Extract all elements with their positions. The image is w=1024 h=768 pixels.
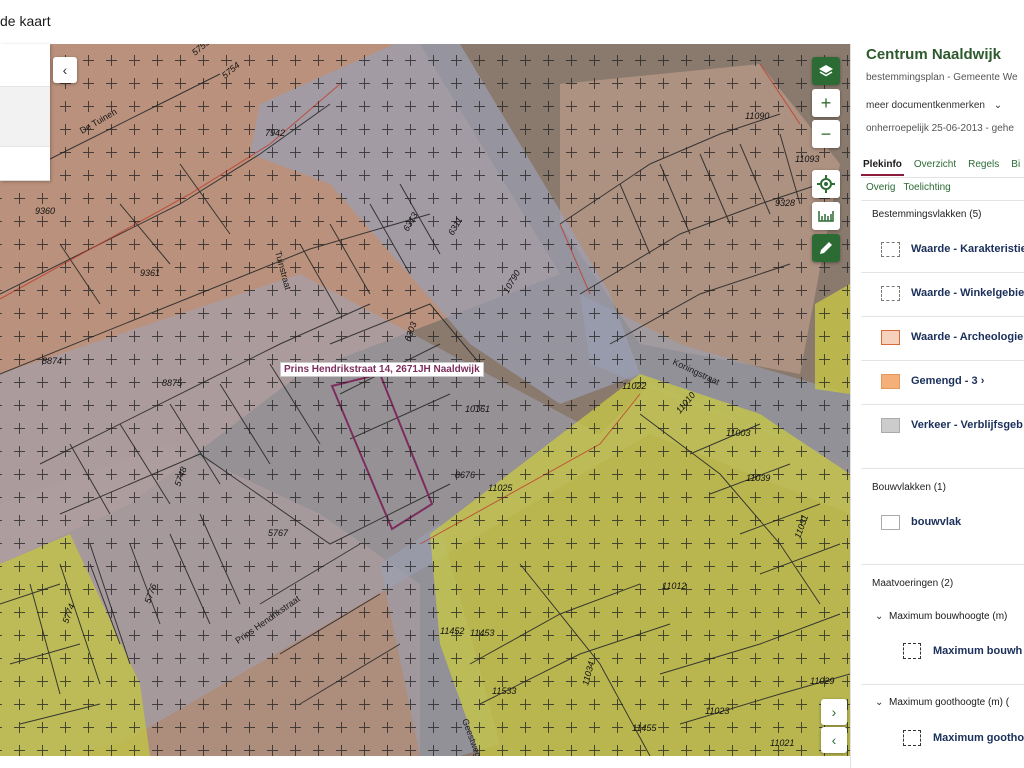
section-divider [861, 468, 1024, 469]
parcel-number: 7942 [265, 128, 285, 138]
legend-swatch [881, 286, 900, 301]
parcel-number: 8874 [42, 356, 62, 366]
tab-toelichting[interactable]: Toelichting [903, 182, 950, 193]
maatvoering-group-label: Maximum bouwhoogte (m) [889, 611, 1008, 622]
parcel-number: 11012 [662, 581, 686, 591]
parcel-number: 8875 [162, 378, 183, 388]
map-graphics: 5753575479429360936188748875101616313 631… [0, 44, 850, 756]
chevron-down-icon: ⌄ [875, 697, 884, 708]
parcel-number: 11455 [632, 723, 657, 733]
draw-button[interactable] [812, 234, 840, 262]
legend-swatch [881, 374, 900, 389]
maatvoering-item-label: Maximum gootho [933, 732, 1024, 744]
expand-panel-left-button[interactable]: ‹ [821, 727, 847, 753]
chevron-down-icon: ⌄ [993, 100, 1003, 111]
tab-bijlagen[interactable]: Bi [1009, 157, 1022, 174]
legend-swatch [881, 242, 900, 257]
maatvoering-item-label: Maximum bouwh [933, 645, 1023, 657]
parcel-number: 11023 [705, 706, 729, 716]
divider [861, 316, 1024, 317]
divider [861, 404, 1024, 405]
collapse-panel-button[interactable]: ‹ [53, 57, 77, 83]
chevron-down-icon: ⌄ [875, 611, 884, 622]
parcel-number: 11022 [622, 381, 646, 391]
parcel-number: 11093 [795, 154, 819, 164]
tab-divider [861, 177, 1024, 178]
pencil-icon [818, 240, 834, 260]
legend-swatch [881, 330, 900, 345]
measure-button[interactable] [812, 202, 840, 230]
parcel-number: 10161 [465, 404, 490, 414]
chevron-right-icon: › [980, 375, 985, 387]
search-panel-section [0, 86, 50, 146]
subtab-bar: Overig Toelichting [866, 182, 959, 193]
locate-icon [817, 175, 835, 197]
tab-regels[interactable]: Regels [966, 157, 1001, 174]
section-divider [861, 564, 1024, 565]
parcel-number: 9360 [35, 206, 55, 216]
divider [861, 684, 1024, 685]
tab-overzicht[interactable]: Overzicht [912, 157, 958, 174]
list-item-label: Gemengd - 3 › [911, 375, 985, 387]
layers-icon [818, 63, 834, 83]
layers-button[interactable] [812, 57, 840, 85]
section-header-maatvoeringen: Maatvoeringen (2) [872, 578, 954, 589]
tab-plekinfo[interactable]: Plekinfo [861, 157, 904, 176]
list-item-label: Waarde - Karakteristie [911, 243, 1024, 255]
parcel-number: 11021 [770, 738, 794, 748]
parcel-number: 11453 [470, 628, 494, 638]
crosshatch-overlay [0, 44, 850, 756]
legend-swatch [903, 730, 921, 746]
maatvoering-group-toggle[interactable]: ⌄ Maximum goothoogte (m) ( [875, 697, 1009, 708]
parcel-number: 11039 [746, 473, 770, 483]
legend-swatch [903, 643, 921, 659]
section-header-bestemmingsvlakken: Bestemmingsvlakken (5) [872, 209, 982, 220]
legend-swatch [881, 418, 900, 433]
address-label: Prins Hendrikstraat 14, 2671JH Naaldwijk [280, 362, 484, 377]
parcel-number: 9328 [775, 198, 795, 208]
plan-title: Centrum Naaldwijk [866, 46, 1002, 63]
section-header-bouwvlakken: Bouwvlakken (1) [872, 482, 946, 493]
parcel-number: 11533 [492, 686, 516, 696]
document-properties-toggle[interactable]: meer documentkenmerken ⌄ [866, 100, 1002, 111]
search-panel [0, 44, 50, 181]
parcel-number: 11452 [440, 626, 464, 636]
list-item-label: Waarde - Winkelgebie [911, 287, 1024, 299]
parcel-number: 8676 [455, 470, 475, 480]
maatvoering-group-toggle[interactable]: ⌄ Maximum bouwhoogte (m) [875, 611, 1007, 622]
list-item-label: Verkeer - Verblijfsgeb [911, 419, 1023, 431]
maatvoering-group-label: Maximum goothoogte (m) ( [889, 697, 1010, 708]
divider [861, 272, 1024, 273]
locate-button[interactable] [812, 170, 840, 198]
list-item-label: Waarde - Archeologie [911, 331, 1024, 343]
plan-status: onherroepelijk 25-06-2013 - gehe [866, 123, 1014, 134]
parcel-number: 11090 [745, 111, 769, 121]
parcel-number: 11025 [488, 483, 513, 493]
tab-bar: Plekinfo Overzicht Regels Bi [861, 154, 1024, 176]
parcel-number: 11029 [810, 676, 834, 686]
bottom-bar [0, 756, 850, 768]
tab-overig[interactable]: Overig [866, 182, 895, 193]
parcel-number: 5767 [268, 528, 289, 538]
divider [0, 146, 50, 147]
zoom-out-button[interactable]: − [812, 120, 840, 148]
plan-subtitle: bestemmingsplan - Gemeente We [866, 72, 1018, 83]
document-properties-label: meer documentkenmerken [866, 100, 985, 111]
divider [861, 360, 1024, 361]
back-to-map-link[interactable]: de kaart [0, 13, 51, 29]
parcel-number: 9361 [140, 268, 160, 278]
list-item-label: bouwvlak [911, 516, 962, 528]
zoom-in-button[interactable]: + [812, 89, 840, 117]
top-bar: de kaart [0, 0, 1024, 44]
parcel-number: 11003 [726, 428, 750, 438]
divider [0, 86, 50, 87]
measure-icon [817, 209, 835, 229]
legend-swatch [881, 515, 900, 530]
map-canvas[interactable]: 5753 5754 7942 9360 9361 8874 8875 10161 6313 631… [0, 44, 850, 756]
divider [861, 200, 1024, 201]
expand-panel-right-button[interactable]: › [821, 699, 847, 725]
info-side-panel: Centrum Naaldwijk bestemmingsplan - Geme… [850, 44, 1024, 768]
